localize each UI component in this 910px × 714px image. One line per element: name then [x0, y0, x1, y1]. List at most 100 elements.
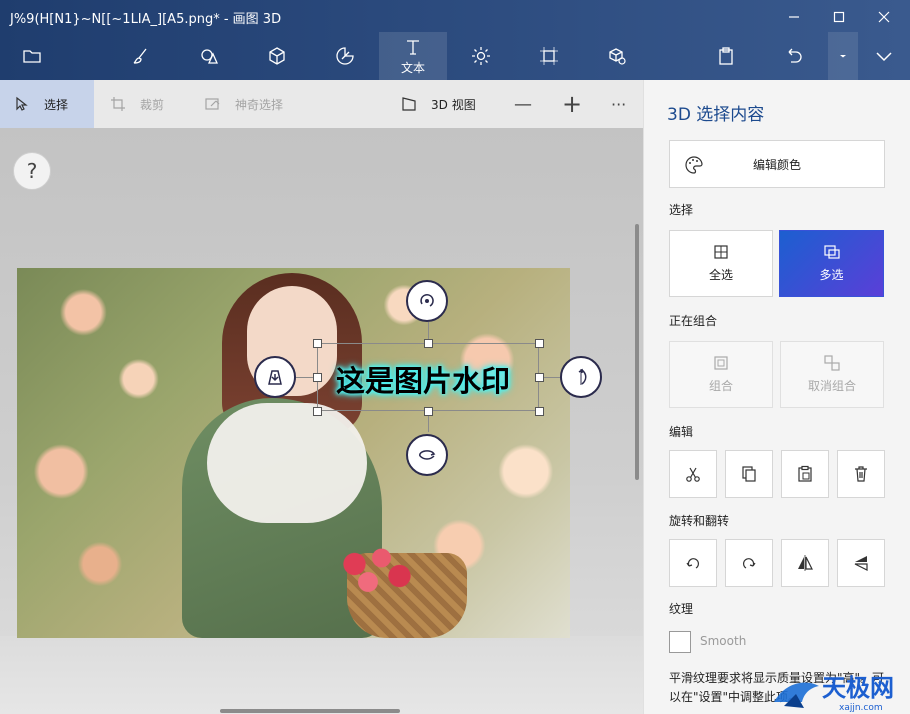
resize-handle-left[interactable]	[313, 373, 322, 382]
resize-handle-top[interactable]	[424, 339, 433, 348]
undo-button[interactable]	[763, 32, 825, 80]
select-all-label: 全选	[708, 268, 733, 282]
paste-panel-button[interactable]	[781, 450, 829, 498]
3d-view-button[interactable]: 3D 视图	[401, 80, 476, 128]
more-options-button[interactable]: ···	[611, 80, 626, 128]
trash-icon	[855, 466, 867, 482]
chevron-down-icon	[840, 55, 846, 58]
rotate-vertical-icon	[578, 368, 587, 385]
canvas-photo[interactable]	[17, 268, 570, 638]
menu-button[interactable]	[1, 32, 63, 80]
magic-select-button[interactable]: 神奇选择	[205, 80, 283, 128]
help-button[interactable]: ?	[13, 152, 51, 190]
collapse-icon	[875, 52, 892, 62]
delete-button[interactable]	[837, 450, 885, 498]
collapse-button[interactable]	[857, 32, 910, 80]
help-icon: ?	[26, 159, 38, 183]
rotate-right-button[interactable]	[725, 539, 773, 587]
close-button[interactable]	[862, 4, 906, 30]
resize-handle-bottom-right[interactable]	[535, 407, 544, 416]
watermark-text[interactable]: 这是图片水印	[336, 358, 510, 400]
2d-shapes-tool[interactable]	[178, 32, 240, 80]
workspace[interactable]: ? 这是图片水印	[0, 128, 643, 714]
magic-select-icon	[205, 98, 220, 110]
effects-tool[interactable]	[450, 32, 512, 80]
stickers-tool[interactable]	[314, 32, 376, 80]
resize-handle-top-right[interactable]	[535, 339, 544, 348]
maximize-button[interactable]	[817, 4, 861, 30]
crop-button[interactable]: 裁剪	[110, 80, 164, 128]
3d-view-icon	[402, 97, 416, 111]
folder-icon	[23, 50, 41, 63]
select-section-label: 选择	[669, 203, 694, 217]
minimize-icon	[789, 16, 799, 18]
rotate-icon	[420, 294, 434, 307]
push-depth-handle[interactable]	[254, 356, 296, 398]
smooth-checkbox[interactable]	[669, 631, 691, 653]
ungroup-icon	[824, 355, 840, 371]
3d-shapes-tool[interactable]	[246, 32, 308, 80]
minimize-button[interactable]	[772, 4, 816, 30]
flip-vertical-button[interactable]	[837, 539, 885, 587]
magic-select-label: 神奇选择	[235, 97, 284, 112]
select-button[interactable]: 选择	[0, 80, 94, 128]
zoom-in-button[interactable]: +	[562, 80, 582, 128]
rotate-left-button[interactable]	[669, 539, 717, 587]
photo-roses	[332, 540, 422, 600]
text-tool-label: 文本	[400, 60, 425, 75]
multi-select-button[interactable]: 多选	[779, 230, 884, 297]
rotate-y-handle[interactable]	[560, 356, 602, 398]
resize-handle-bottom[interactable]	[424, 407, 433, 416]
edit-color-button[interactable]: 编辑颜色	[669, 140, 885, 188]
resize-handle-right[interactable]	[535, 373, 544, 382]
canvas-icon	[540, 47, 558, 65]
maximize-icon	[833, 11, 845, 23]
zoom-out-button[interactable]: —	[514, 80, 532, 128]
brush-icon	[133, 48, 147, 64]
3d-library-icon	[609, 48, 626, 65]
copy-icon	[742, 466, 756, 482]
history-dropdown-button[interactable]	[828, 32, 858, 80]
flip-horizontal-button[interactable]	[781, 539, 829, 587]
title-bar: J%9(H[N1}~N[[~1LIA_][A5.png* - 画图 3D 文本	[0, 0, 910, 80]
select-label: 选择	[44, 97, 69, 112]
crop-icon	[111, 97, 125, 111]
cut-button[interactable]	[669, 450, 717, 498]
panel-title: 3D 选择内容	[667, 105, 765, 125]
group-label: 组合	[708, 379, 733, 393]
text-tool[interactable]: 文本	[379, 32, 447, 80]
flip-horizontal-icon	[798, 555, 813, 571]
horizontal-scrollbar[interactable]	[220, 709, 400, 713]
resize-handle-bottom-left[interactable]	[313, 407, 322, 416]
vertical-scrollbar[interactable]	[635, 224, 639, 480]
group-button[interactable]: 组合	[669, 341, 773, 408]
flip-vertical-icon	[854, 556, 868, 571]
group-icon	[714, 356, 728, 370]
ungroup-label: 取消组合	[807, 379, 856, 393]
window-title: J%9(H[N1}~N[[~1LIA_][A5.png* - 画图 3D	[10, 12, 282, 27]
rotate-z-handle[interactable]	[406, 280, 448, 322]
cursor-icon	[16, 96, 28, 111]
multi-select-label: 多选	[819, 268, 844, 282]
select-all-button[interactable]: 全选	[669, 230, 773, 297]
3d-library-tool[interactable]	[586, 32, 648, 80]
zoom-in-icon: +	[562, 90, 583, 118]
resize-handle-top-left[interactable]	[313, 339, 322, 348]
paste-button[interactable]	[695, 32, 757, 80]
edit-section-label: 编辑	[669, 425, 694, 439]
zoom-out-icon: —	[514, 93, 532, 115]
texture-section-label: 纹理	[669, 602, 694, 616]
copy-button[interactable]	[725, 450, 773, 498]
scissors-icon	[686, 467, 700, 482]
brushes-tool[interactable]	[110, 32, 172, 80]
ungroup-button[interactable]: 取消组合	[780, 341, 884, 408]
rotate-left-icon	[686, 558, 700, 569]
canvas-tool[interactable]	[518, 32, 580, 80]
rotate-horizontal-icon	[419, 450, 436, 460]
push-depth-icon	[268, 370, 282, 385]
rotate-x-handle[interactable]	[406, 434, 448, 476]
site-watermark-logo: 天极网 xajjn.com	[774, 674, 894, 713]
rotate-right-icon	[742, 558, 756, 569]
more-icon: ···	[611, 94, 627, 114]
multi-select-icon	[823, 245, 840, 259]
